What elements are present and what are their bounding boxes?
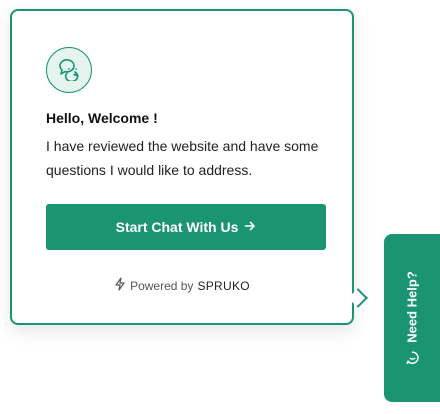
chat-circle-icon [405,351,419,365]
greeting-message: I have reviewed the website and have som… [46,138,319,178]
start-chat-label: Start Chat With Us [115,219,239,235]
chat-widget-stage: Hello, Welcome ! I have reviewed the web… [0,0,440,414]
need-help-content: Need Help? [405,271,420,365]
chat-bubbles-icon [56,55,82,86]
need-help-label: Need Help? [404,271,420,343]
powered-by-label: Powered by [130,278,194,293]
arrow-right-icon [244,219,256,235]
powered-by: Powered by SPRUKO [12,277,352,294]
lightning-icon [114,277,126,294]
chat-popup-card: Hello, Welcome ! I have reviewed the web… [10,9,354,325]
start-chat-button[interactable]: Start Chat With Us [46,204,326,250]
powered-by-brand[interactable]: SPRUKO [197,279,249,293]
chat-avatar [46,47,92,93]
need-help-tab[interactable]: Need Help? [384,234,440,402]
greeting-title: Hello, Welcome ! [46,110,158,126]
